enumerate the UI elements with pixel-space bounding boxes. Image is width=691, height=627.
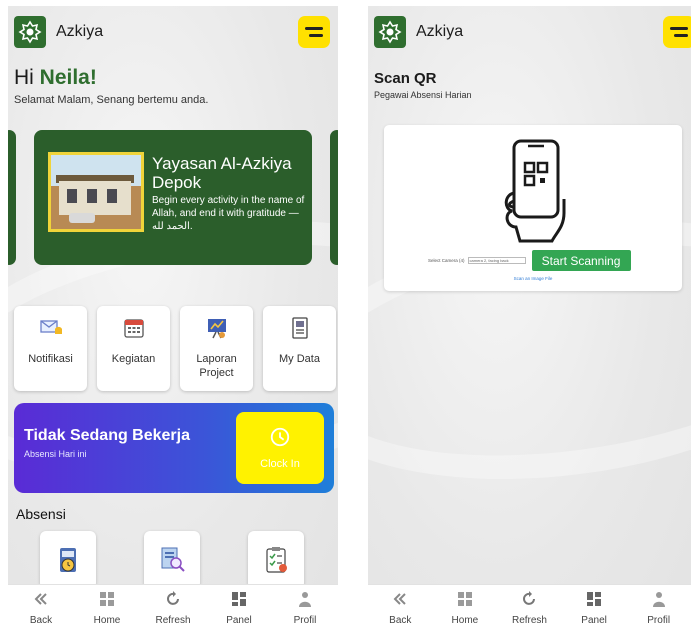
home-icon — [457, 592, 472, 606]
foundation-banner[interactable]: Yayasan Al-Azkiya Depok Begin every acti… — [34, 130, 312, 265]
panel-icon — [587, 592, 602, 606]
back-icon — [393, 593, 407, 605]
menu-kegiatan[interactable]: Kegiatan — [97, 306, 170, 391]
absensi-tile-2[interactable] — [144, 531, 200, 589]
document-search-icon — [161, 547, 185, 572]
nav-label: Refresh — [155, 615, 191, 626]
page-subtitle: Pegawai Absensi Harian — [374, 90, 472, 100]
menu-label: Laporan Project — [196, 353, 237, 379]
menu-label: Kegiatan — [111, 353, 156, 365]
clipboard-check-icon — [266, 547, 287, 573]
greeting: Hi Neila! — [14, 66, 97, 90]
nav-label: Back — [389, 615, 412, 626]
greeting-prefix: Hi — [14, 66, 40, 89]
app-name: Azkiya — [416, 23, 464, 40]
nav-home[interactable]: Home — [437, 591, 493, 626]
menu-button[interactable] — [663, 16, 691, 48]
absensi-section-title: Absensi — [16, 506, 66, 522]
school-building-photo — [48, 152, 144, 232]
work-status-subtitle: Absensi Hari ini — [24, 449, 87, 459]
app-header: Azkiya — [374, 12, 691, 52]
home-screen: Azkiya Hi Neila! Selamat Malam, Senang b… — [8, 6, 338, 627]
report-board-icon — [207, 319, 226, 339]
menu-laporan-project[interactable]: Laporan Project — [180, 306, 253, 391]
refresh-icon — [167, 591, 179, 605]
clock-icon — [270, 427, 290, 447]
nav-label: Back — [29, 615, 53, 626]
work-status-title: Tidak Sedang Bekerja — [24, 427, 190, 444]
clock-in-button[interactable]: Clock In — [236, 412, 324, 484]
phone-scan-icon — [504, 139, 566, 243]
back-icon — [34, 593, 47, 605]
nav-refresh[interactable]: Refresh — [501, 591, 557, 626]
nav-label: Profil — [293, 615, 317, 626]
nav-profil[interactable]: Profil — [631, 591, 687, 626]
timesheet-clock-icon — [60, 548, 76, 572]
camera-select-label: Select Camera (4) — [428, 258, 465, 263]
nav-label: Home — [93, 615, 121, 626]
absensi-tile-3[interactable] — [248, 531, 304, 589]
scan-image-file-link[interactable]: Scan an Image File — [384, 276, 682, 281]
banner-subtitle: Begin every activity in the name of Alla… — [152, 195, 305, 232]
page-title: Scan QR — [374, 70, 437, 87]
document-icon — [291, 317, 308, 339]
refresh-icon — [523, 591, 536, 605]
qr-scanner-card: Select Camera (4) camera 2, facing back … — [384, 125, 682, 291]
clock-in-label: Clock In — [260, 458, 300, 470]
envelope-bell-icon — [39, 320, 62, 334]
panel-icon — [232, 592, 246, 606]
profile-icon — [299, 592, 311, 607]
nav-panel[interactable]: Panel — [211, 591, 267, 626]
subgreeting: Selamat Malam, Senang bertemu anda. — [14, 94, 209, 106]
azkiya-logo-icon — [14, 16, 46, 48]
nav-back[interactable]: Back — [13, 591, 69, 626]
nav-label: Profil — [647, 615, 671, 626]
bottom-nav: Back Home Refresh Panel Profil — [8, 584, 338, 627]
profile-icon — [652, 592, 665, 607]
start-scanning-button[interactable]: Start Scanning — [531, 250, 631, 271]
work-status-card: Tidak Sedang Bekerja Absensi Hari ini Cl… — [14, 403, 334, 493]
camera-select-row: Select Camera (4) camera 2, facing back … — [428, 250, 631, 271]
carousel-prev-card[interactable] — [8, 130, 16, 265]
menu-button[interactable] — [298, 16, 330, 48]
menu-label: My Data — [279, 353, 320, 365]
nav-label: Home — [451, 615, 479, 626]
menu-label: Notifikasi — [28, 353, 73, 365]
banner-title: Yayasan Al-Azkiya Depok — [152, 154, 292, 192]
nav-refresh[interactable]: Refresh — [145, 591, 201, 626]
nav-label: Refresh — [511, 615, 547, 626]
absensi-tile-1[interactable] — [40, 531, 96, 589]
nav-back[interactable]: Back — [372, 591, 428, 626]
menu-my-data[interactable]: My Data — [263, 306, 336, 391]
scan-qr-screen: Azkiya Scan QR Pegawai Absensi Harian Se… — [368, 6, 691, 627]
nav-home[interactable]: Home — [79, 591, 135, 626]
calendar-icon — [123, 319, 144, 338]
bottom-nav: Back Home Refresh Panel Profil — [368, 584, 691, 627]
nav-profil[interactable]: Profil — [277, 591, 333, 626]
nav-panel[interactable]: Panel — [566, 591, 622, 626]
app-header: Azkiya — [14, 12, 332, 52]
home-icon — [100, 592, 114, 606]
menu-notifikasi[interactable]: Notifikasi — [14, 306, 87, 391]
app-name: Azkiya — [56, 23, 104, 40]
menu-grid: Notifikasi Kegiatan Laporan Project My D… — [14, 306, 336, 391]
azkiya-logo-icon — [374, 16, 406, 48]
nav-label: Panel — [581, 615, 607, 626]
carousel-next-card[interactable] — [330, 130, 338, 265]
greeting-name: Neila! — [39, 66, 97, 89]
camera-select[interactable]: camera 2, facing back — [467, 257, 526, 264]
nav-label: Panel — [226, 615, 252, 626]
